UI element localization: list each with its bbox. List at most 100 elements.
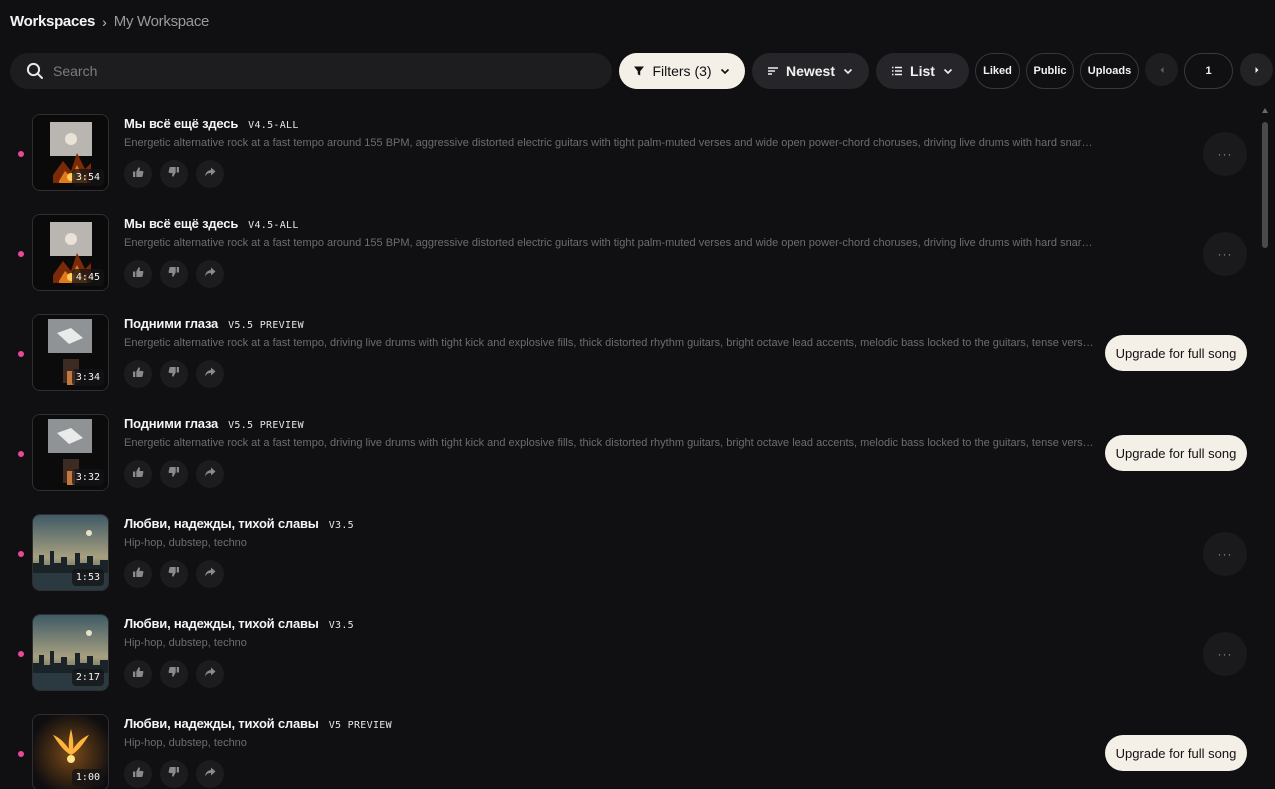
like-button[interactable] [124,760,152,788]
song-actions [124,160,224,188]
share-icon [204,465,216,483]
share-button[interactable] [196,660,224,688]
search-bar[interactable] [10,53,612,89]
thumbs-down-icon [168,765,180,783]
new-indicator-dot [18,451,24,457]
page-number-field[interactable]: 1 [1184,53,1233,89]
share-button[interactable] [196,560,224,588]
song-cover-art[interactable]: 3:34 [32,314,109,391]
new-indicator-dot [18,651,24,657]
sort-dropdown[interactable]: Newest [752,53,869,89]
filters-button[interactable]: Filters (3) [619,53,745,89]
filters-label: Filters (3) [652,63,712,79]
song-cover-art[interactable]: 1:00 [32,714,109,789]
share-button[interactable] [196,160,224,188]
song-row[interactable]: 3:32 Подними глаза V5.5 PREVIEW Energeti… [0,400,1260,500]
more-options-button[interactable]: ··· [1203,132,1247,176]
more-options-button[interactable]: ··· [1203,532,1247,576]
thumbs-down-icon [168,365,180,383]
dislike-button[interactable] [160,660,188,688]
model-version-badge: V4.5-ALL [248,220,299,231]
share-button[interactable] [196,460,224,488]
more-options-button[interactable]: ··· [1203,632,1247,676]
upgrade-for-full-song-button[interactable]: Upgrade for full song [1105,735,1247,771]
song-duration: 3:34 [71,369,104,386]
next-page-button[interactable] [1240,53,1273,86]
song-title[interactable]: Мы всё ещё здесь [124,216,238,231]
scrollbar-thumb[interactable] [1262,122,1268,248]
dislike-button[interactable] [160,560,188,588]
thumbs-up-icon [132,565,144,583]
song-row[interactable]: 2:17 Любви, надежды, тихой славы V3.5 Hi… [0,600,1260,700]
share-icon [204,165,216,183]
song-title-line: Мы всё ещё здесь V4.5-ALL [124,216,299,231]
song-title-line: Подними глаза V5.5 PREVIEW [124,316,304,331]
like-button[interactable] [124,260,152,288]
song-actions [124,760,224,788]
thumbs-down-icon [168,565,180,583]
share-button[interactable] [196,260,224,288]
like-button[interactable] [124,460,152,488]
dislike-button[interactable] [160,160,188,188]
more-options-button[interactable]: ··· [1203,232,1247,276]
share-icon [204,565,216,583]
filter-icon [634,66,645,76]
song-title[interactable]: Подними глаза [124,416,218,431]
song-description: Hip-hop, dubstep, techno [124,737,247,749]
share-icon [204,665,216,683]
song-duration: 3:54 [71,169,104,186]
share-icon [204,365,216,383]
search-input[interactable] [53,63,593,79]
song-row[interactable]: 1:53 Любви, надежды, тихой славы V3.5 Hi… [0,500,1260,600]
song-actions [124,360,224,388]
liked-filter-button[interactable]: Liked [975,53,1020,89]
view-dropdown[interactable]: List [876,53,969,89]
dislike-button[interactable] [160,360,188,388]
model-version-badge: V3.5 [328,520,354,531]
song-title[interactable]: Мы всё ещё здесь [124,116,238,131]
song-description: Energetic alternative rock at a fast tem… [124,137,1094,149]
song-cover-art[interactable]: 3:32 [32,414,109,491]
chevron-down-icon [943,68,953,75]
song-row[interactable]: 4:45 Мы всё ещё здесь V4.5-ALL Energetic… [0,200,1260,300]
song-row[interactable]: 1:00 Любви, надежды, тихой славы V5 PREV… [0,700,1260,789]
model-version-badge: V4.5-ALL [248,120,299,131]
scroll-up-arrow-icon[interactable] [1262,108,1268,113]
song-description: Energetic alternative rock at a fast tem… [124,337,1094,349]
song-cover-art[interactable]: 1:53 [32,514,109,591]
uploads-filter-button[interactable]: Uploads [1080,53,1139,89]
thumbs-up-icon [132,465,144,483]
view-label: List [910,63,935,79]
song-title[interactable]: Любви, надежды, тихой славы [124,616,319,631]
song-title[interactable]: Любви, надежды, тихой славы [124,516,319,531]
sort-label: Newest [785,63,836,79]
like-button[interactable] [124,560,152,588]
song-actions [124,260,224,288]
dislike-button[interactable] [160,460,188,488]
song-cover-art[interactable]: 2:17 [32,614,109,691]
share-button[interactable] [196,760,224,788]
thumbs-down-icon [168,665,180,683]
like-button[interactable] [124,360,152,388]
song-title-line: Мы всё ещё здесь V4.5-ALL [124,116,299,131]
song-row[interactable]: 3:34 Подними глаза V5.5 PREVIEW Energeti… [0,300,1260,400]
song-title[interactable]: Любви, надежды, тихой славы [124,716,319,731]
song-row[interactable]: 3:54 Мы всё ещё здесь V4.5-ALL Energetic… [0,100,1260,200]
thumbs-up-icon [132,365,144,383]
chevron-right-icon: › [102,13,107,30]
song-description: Energetic alternative rock at a fast tem… [124,437,1094,449]
song-title[interactable]: Подними глаза [124,316,218,331]
dislike-button[interactable] [160,260,188,288]
like-button[interactable] [124,660,152,688]
song-cover-art[interactable]: 4:45 [32,214,109,291]
upgrade-for-full-song-button[interactable]: Upgrade for full song [1105,335,1247,371]
song-description: Hip-hop, dubstep, techno [124,537,247,549]
breadcrumb-workspaces-link[interactable]: Workspaces [10,13,95,30]
share-button[interactable] [196,360,224,388]
previous-page-button[interactable] [1145,53,1178,86]
like-button[interactable] [124,160,152,188]
song-cover-art[interactable]: 3:54 [32,114,109,191]
upgrade-for-full-song-button[interactable]: Upgrade for full song [1105,435,1247,471]
dislike-button[interactable] [160,760,188,788]
public-filter-button[interactable]: Public [1026,53,1074,89]
